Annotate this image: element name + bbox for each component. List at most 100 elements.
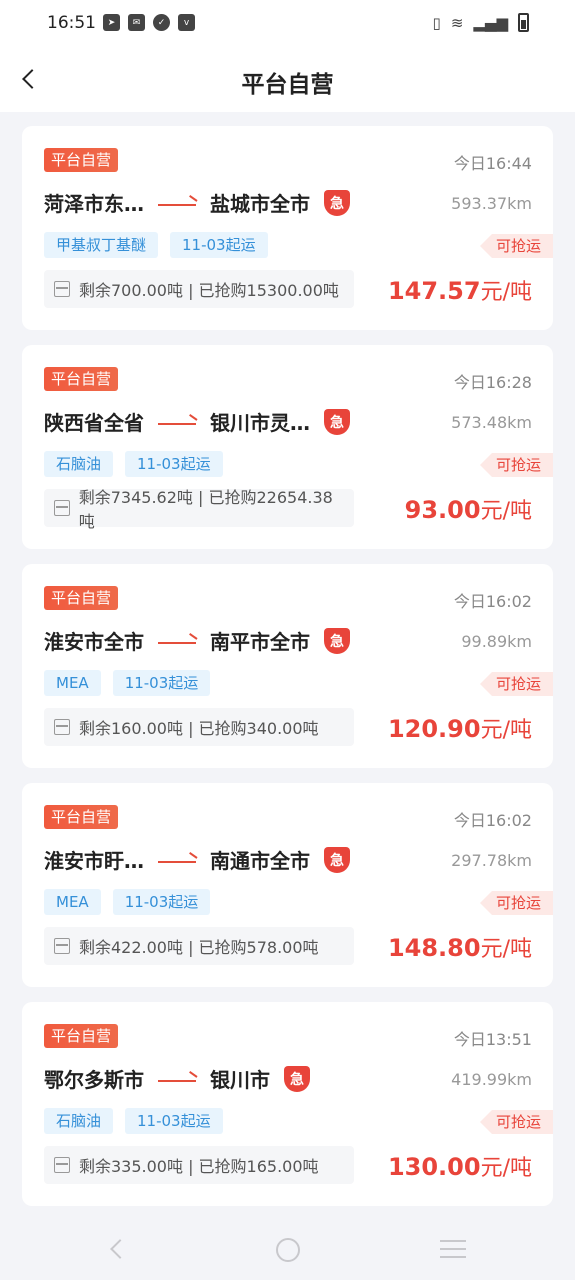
route: 菏泽市东… 盐城市全市 急: [44, 188, 350, 217]
date-chip: 11-03起运: [125, 451, 223, 477]
distance: 573.48km: [451, 413, 532, 432]
order-time: 今日13:51: [453, 1030, 532, 1049]
stock-text: 剩余700.00吨 | 已抢购15300.00吨: [79, 281, 339, 300]
grab-tag: 可抢运: [479, 1110, 553, 1134]
urgent-badge: 急: [324, 846, 350, 873]
distance: 297.78km: [451, 851, 532, 870]
order-card[interactable]: 平台自营 今日16:44 菏泽市东… 盐城市全市 急 593.37km 甲基叔丁…: [22, 126, 553, 330]
distance: 99.89km: [461, 632, 532, 651]
arrow-right-icon: [158, 1079, 196, 1082]
order-time: 今日16:44: [453, 154, 532, 173]
stock-info: 剩余700.00吨 | 已抢购15300.00吨: [44, 270, 354, 308]
telegram-icon: ➤: [103, 14, 120, 31]
route: 淮安市全市 南平市全市 急: [44, 626, 350, 655]
distance: 419.99km: [451, 1070, 532, 1089]
cargo-chip: 甲基叔丁基醚: [44, 232, 159, 258]
price: 147.57 元/吨: [388, 274, 532, 306]
date-chip: 11-03起运: [112, 670, 211, 696]
price-unit: 元/吨: [480, 937, 532, 962]
app-screen: 16:51 ➤ ✉ ✓ v ▯ ≋ ▂▄▆ 平台自营 平台自营 今日16:44 …: [0, 0, 575, 1280]
platform-tag: 平台自营: [44, 1024, 119, 1048]
route-from: 鄂尔多斯市: [44, 1068, 144, 1092]
status-right-icons: ▯ ≋ ▂▄▆: [433, 13, 529, 32]
wifi-icon: ≋: [450, 13, 464, 32]
check-icon: ✓: [153, 14, 170, 31]
date-chip: 11-03起运: [112, 889, 211, 915]
price: 148.80 元/吨: [388, 931, 532, 963]
price: 120.90 元/吨: [388, 712, 532, 744]
order-time: 今日16:28: [453, 373, 532, 392]
mail-icon: ✉: [128, 14, 145, 31]
stock-text: 剩余422.00吨 | 已抢购578.00吨: [79, 938, 319, 957]
chips: 石脑油 11-03起运: [44, 451, 223, 477]
order-time: 今日16:02: [453, 811, 532, 830]
route: 陕西省全省 银川市灵… 急: [44, 407, 350, 436]
route-from: 菏泽市东…: [44, 192, 144, 216]
cargo-chip: 石脑油: [44, 451, 114, 477]
chips: 甲基叔丁基醚 11-03起运: [44, 232, 268, 258]
chips: 石脑油 11-03起运: [44, 1108, 223, 1134]
vibrate-icon: ▯: [432, 13, 441, 32]
arrow-right-icon: [158, 203, 196, 206]
price-unit: 元/吨: [480, 1156, 532, 1181]
order-list: 平台自营 今日16:44 菏泽市东… 盐城市全市 急 593.37km 甲基叔丁…: [22, 126, 553, 1221]
cargo-chip: MEA: [44, 670, 101, 696]
order-card[interactable]: 平台自营 今日16:02 淮安市全市 南平市全市 急 99.89km MEA 1…: [22, 564, 553, 768]
chips: MEA 11-03起运: [44, 670, 211, 696]
stock-text: 剩余160.00吨 | 已抢购340.00吨: [79, 719, 319, 738]
date-chip: 11-03起运: [125, 1108, 223, 1134]
cargo-chip: 石脑油: [44, 1108, 114, 1134]
order-card[interactable]: 平台自营 今日16:02 淮安市盱… 南通市全市 急 297.78km MEA …: [22, 783, 553, 987]
platform-tag: 平台自营: [44, 586, 119, 610]
route-to: 银川市灵…: [210, 411, 310, 435]
route-from: 淮安市盱…: [44, 849, 144, 873]
box-icon: [54, 500, 70, 516]
urgent-badge: 急: [324, 189, 350, 216]
arrow-right-icon: [158, 860, 196, 863]
price: 93.00 元/吨: [405, 493, 532, 525]
box-icon: [54, 1157, 70, 1173]
price-unit: 元/吨: [480, 499, 532, 524]
route: 鄂尔多斯市 银川市 急: [44, 1064, 310, 1093]
box-icon: [54, 719, 70, 735]
header: 平台自营: [0, 46, 575, 112]
distance: 593.37km: [451, 194, 532, 213]
price: 130.00 元/吨: [388, 1150, 532, 1182]
price-unit: 元/吨: [480, 280, 532, 305]
nav-back-icon[interactable]: [110, 1239, 130, 1259]
order-card[interactable]: 平台自营 今日13:51 鄂尔多斯市 银川市 急 419.99km 石脑油 11…: [22, 1002, 553, 1206]
grab-tag: 可抢运: [479, 234, 553, 258]
stock-info: 剩余422.00吨 | 已抢购578.00吨: [44, 927, 354, 965]
price-value: 130.00: [387, 1153, 481, 1181]
route-to: 南通市全市: [210, 849, 310, 873]
page-title: 平台自营: [241, 72, 334, 98]
price-value: 120.90: [387, 715, 481, 743]
urgent-badge: 急: [324, 627, 350, 654]
grab-tag: 可抢运: [479, 453, 553, 477]
route-from: 淮安市全市: [44, 630, 144, 654]
box-icon: [54, 281, 70, 297]
nav-menu-icon[interactable]: [440, 1240, 466, 1264]
stock-info: 剩余7345.62吨 | 已抢购22654.38吨: [44, 488, 354, 531]
status-time: 16:51: [47, 13, 96, 33]
order-card[interactable]: 平台自营 今日16:28 陕西省全省 银川市灵… 急 573.48km 石脑油 …: [22, 345, 553, 549]
date-chip: 11-03起运: [170, 232, 268, 258]
vivo-icon: v: [178, 14, 195, 31]
arrow-right-icon: [158, 422, 196, 425]
price-unit: 元/吨: [480, 718, 532, 743]
grab-tag: 可抢运: [479, 672, 553, 696]
signal-icon: ▂▄▆: [473, 13, 508, 32]
arrow-right-icon: [158, 641, 196, 644]
nav-home-icon[interactable]: [276, 1238, 300, 1262]
grab-tag: 可抢运: [479, 891, 553, 915]
urgent-badge: 急: [284, 1065, 310, 1092]
urgent-badge: 急: [324, 408, 350, 435]
price-value: 147.57: [387, 277, 481, 305]
chips: MEA 11-03起运: [44, 889, 211, 915]
route: 淮安市盱… 南通市全市 急: [44, 845, 350, 874]
stock-info: 剩余160.00吨 | 已抢购340.00吨: [44, 708, 354, 746]
status-left-icons: ➤ ✉ ✓ v: [103, 14, 195, 31]
status-bar: 16:51 ➤ ✉ ✓ v ▯ ≋ ▂▄▆: [0, 0, 575, 46]
platform-tag: 平台自营: [44, 805, 119, 829]
stock-info: 剩余335.00吨 | 已抢购165.00吨: [44, 1146, 354, 1184]
